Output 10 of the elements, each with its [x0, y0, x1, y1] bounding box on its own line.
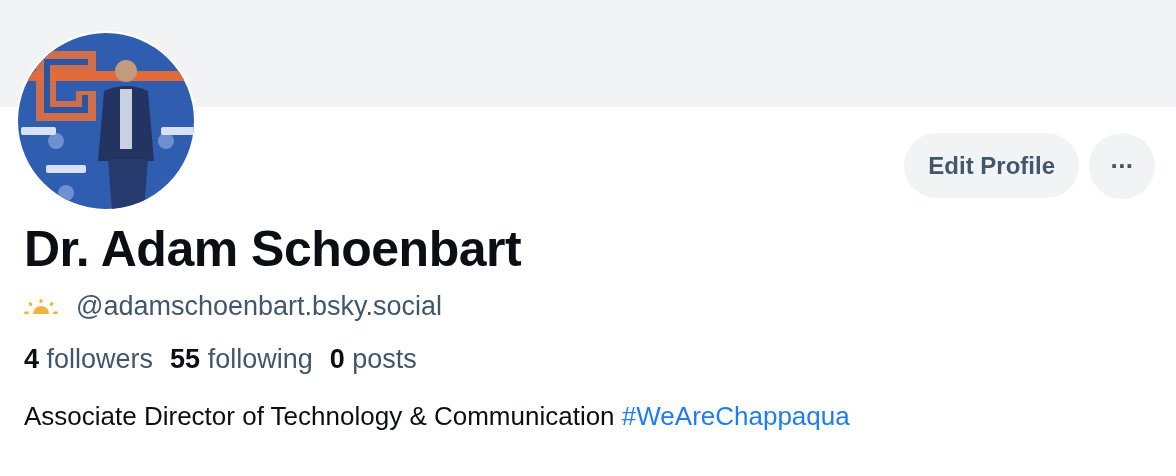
stat-link[interactable]: 55 following	[170, 344, 313, 375]
bio-text: Associate Director of Technology & Communication #WeAreChappaqua	[24, 401, 851, 432]
handle-text: @adamschoenbart.bsky.social	[76, 291, 443, 322]
hashtag-link[interactable]: #WeAreChappaqua	[621, 401, 850, 431]
stat-link[interactable]: 4 followers	[24, 344, 154, 375]
more-button[interactable]: ···	[1089, 133, 1155, 199]
display-name: Dr. Adam Schoenbart	[24, 220, 523, 279]
sun-icon	[24, 298, 58, 315]
stat-link[interactable]: 0 posts	[329, 344, 417, 375]
edit-profile-button[interactable]: Edit Profile	[904, 133, 1079, 198]
